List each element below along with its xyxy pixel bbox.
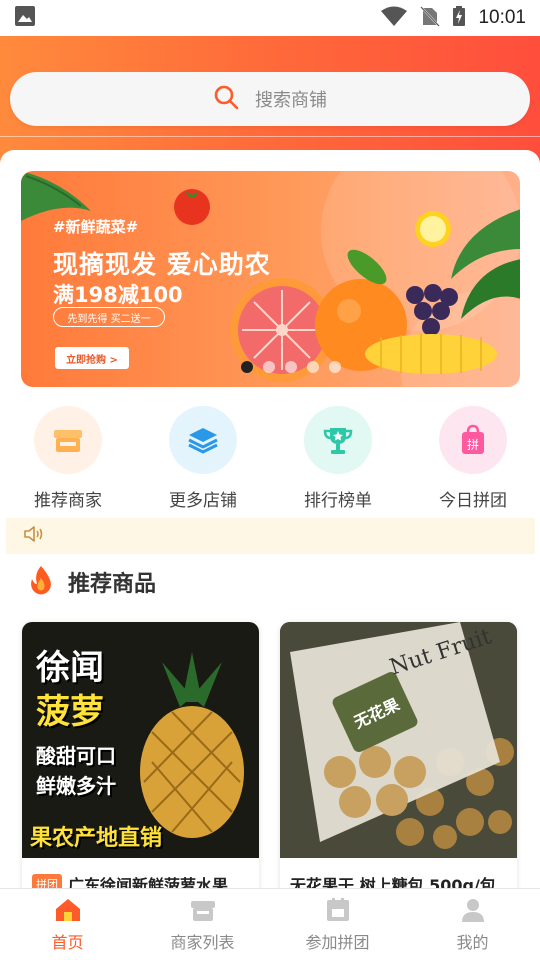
banner-subtitle: 满198减100 xyxy=(53,283,183,307)
product-image-text: 徐闻 xyxy=(36,648,104,688)
category-icon-circle: 拼 xyxy=(439,406,507,474)
carousel-dot[interactable] xyxy=(241,361,253,373)
corn-icon xyxy=(365,334,497,374)
pineapple-image xyxy=(140,652,244,838)
svg-text:拼: 拼 xyxy=(467,438,479,452)
category-grid: 推荐商家 更多店铺 排行榜单 拼 今日拼团 xyxy=(0,406,540,516)
nav-home[interactable]: 首页 xyxy=(0,889,135,960)
user-icon xyxy=(461,898,484,922)
palm-leaf-icon xyxy=(451,209,520,319)
category-more-stores[interactable]: 更多店铺 xyxy=(143,406,263,511)
product-image: 徐闻 菠萝 酸甜可口 鲜嫩多汁 果农产地直销 xyxy=(22,622,259,858)
banner-tag: #新鲜蔬菜# xyxy=(53,218,139,236)
trophy-icon xyxy=(323,428,353,454)
section-header: 推荐商品 xyxy=(26,564,156,600)
category-icon-circle xyxy=(304,406,372,474)
product-card[interactable]: 徐闻 菠萝 酸甜可口 鲜嫩多汁 果农产地直销 拼团 广东徐闻新鲜菠萝水果 xyxy=(22,622,259,912)
promo-banner[interactable]: #新鲜蔬菜# 现摘现发 爱心助农 满198减100 先到先得 买二送一 立即抢购… xyxy=(21,171,520,387)
category-recommended-merchants[interactable]: 推荐商家 xyxy=(8,406,128,511)
product-image-text: 鲜嫩多汁 xyxy=(36,774,116,798)
nav-label: 参加拼团 xyxy=(305,932,370,952)
main-content: #新鲜蔬菜# 现摘现发 爱心助农 满198减100 先到先得 买二送一 立即抢购… xyxy=(0,150,540,912)
notice-bar[interactable] xyxy=(6,518,535,554)
bag-icon: 拼 xyxy=(462,424,484,454)
nav-label: 首页 xyxy=(51,932,84,952)
search-icon xyxy=(213,84,239,114)
nav-label: 我的 xyxy=(456,932,489,952)
banner-pill: 先到先得 买二送一 xyxy=(53,307,165,327)
speaker-icon xyxy=(22,524,46,548)
status-bar: 10:01 xyxy=(0,0,540,36)
nav-merchant-list[interactable]: 商家列表 xyxy=(135,889,270,960)
product-card[interactable]: Nut Fruit 无花果 无花果干 树上糖包 500g/包 xyxy=(280,622,517,912)
category-icon-circle xyxy=(169,406,237,474)
battery-charging-icon xyxy=(452,5,466,31)
product-image: Nut Fruit 无花果 xyxy=(280,622,517,858)
search-placeholder: 搜索商铺 xyxy=(255,90,327,111)
search-bar[interactable]: 搜索商铺 xyxy=(10,72,530,126)
nav-join-group[interactable]: 参加拼团 xyxy=(270,889,405,960)
carousel-dots xyxy=(241,361,341,373)
status-time: 10:01 xyxy=(478,7,526,28)
category-today-group-buy[interactable]: 拼 今日拼团 xyxy=(413,406,533,511)
cucumber-icon xyxy=(347,249,387,285)
carousel-dot[interactable] xyxy=(263,361,275,373)
header-divider xyxy=(0,136,540,137)
banner-buy-button[interactable]: 立即抢购 > xyxy=(55,347,129,369)
category-label: 更多店铺 xyxy=(169,491,237,511)
shop-icon xyxy=(54,430,82,452)
wifi-icon xyxy=(380,5,408,31)
gallery-notification-icon xyxy=(14,5,36,31)
category-icon-circle xyxy=(34,406,102,474)
carousel-dot[interactable] xyxy=(329,361,341,373)
category-label: 推荐商家 xyxy=(34,491,102,511)
bottom-navigation: 首页 商家列表 参加拼团 我的 xyxy=(0,888,540,960)
nav-label: 商家列表 xyxy=(170,932,235,952)
product-image-text: 果农产地直销 xyxy=(30,826,163,851)
product-image-text: 酸甜可口 xyxy=(36,744,116,768)
carousel-dot[interactable] xyxy=(307,361,319,373)
category-label: 今日拼团 xyxy=(439,491,507,511)
store-icon xyxy=(190,900,215,921)
stack-icon xyxy=(188,428,218,454)
category-label: 排行榜单 xyxy=(304,491,372,511)
category-rankings[interactable]: 排行榜单 xyxy=(278,406,398,511)
calendar-icon xyxy=(326,897,349,921)
banner-title: 现摘现发 爱心助农 xyxy=(53,250,271,279)
nav-profile[interactable]: 我的 xyxy=(405,889,540,960)
fire-icon xyxy=(26,564,56,600)
home-icon xyxy=(55,898,80,921)
tomato-icon xyxy=(174,189,210,225)
no-sim-icon xyxy=(420,5,441,31)
section-title: 推荐商品 xyxy=(68,572,157,597)
carousel-dot[interactable] xyxy=(285,361,297,373)
product-image-text: 菠萝 xyxy=(36,692,104,732)
